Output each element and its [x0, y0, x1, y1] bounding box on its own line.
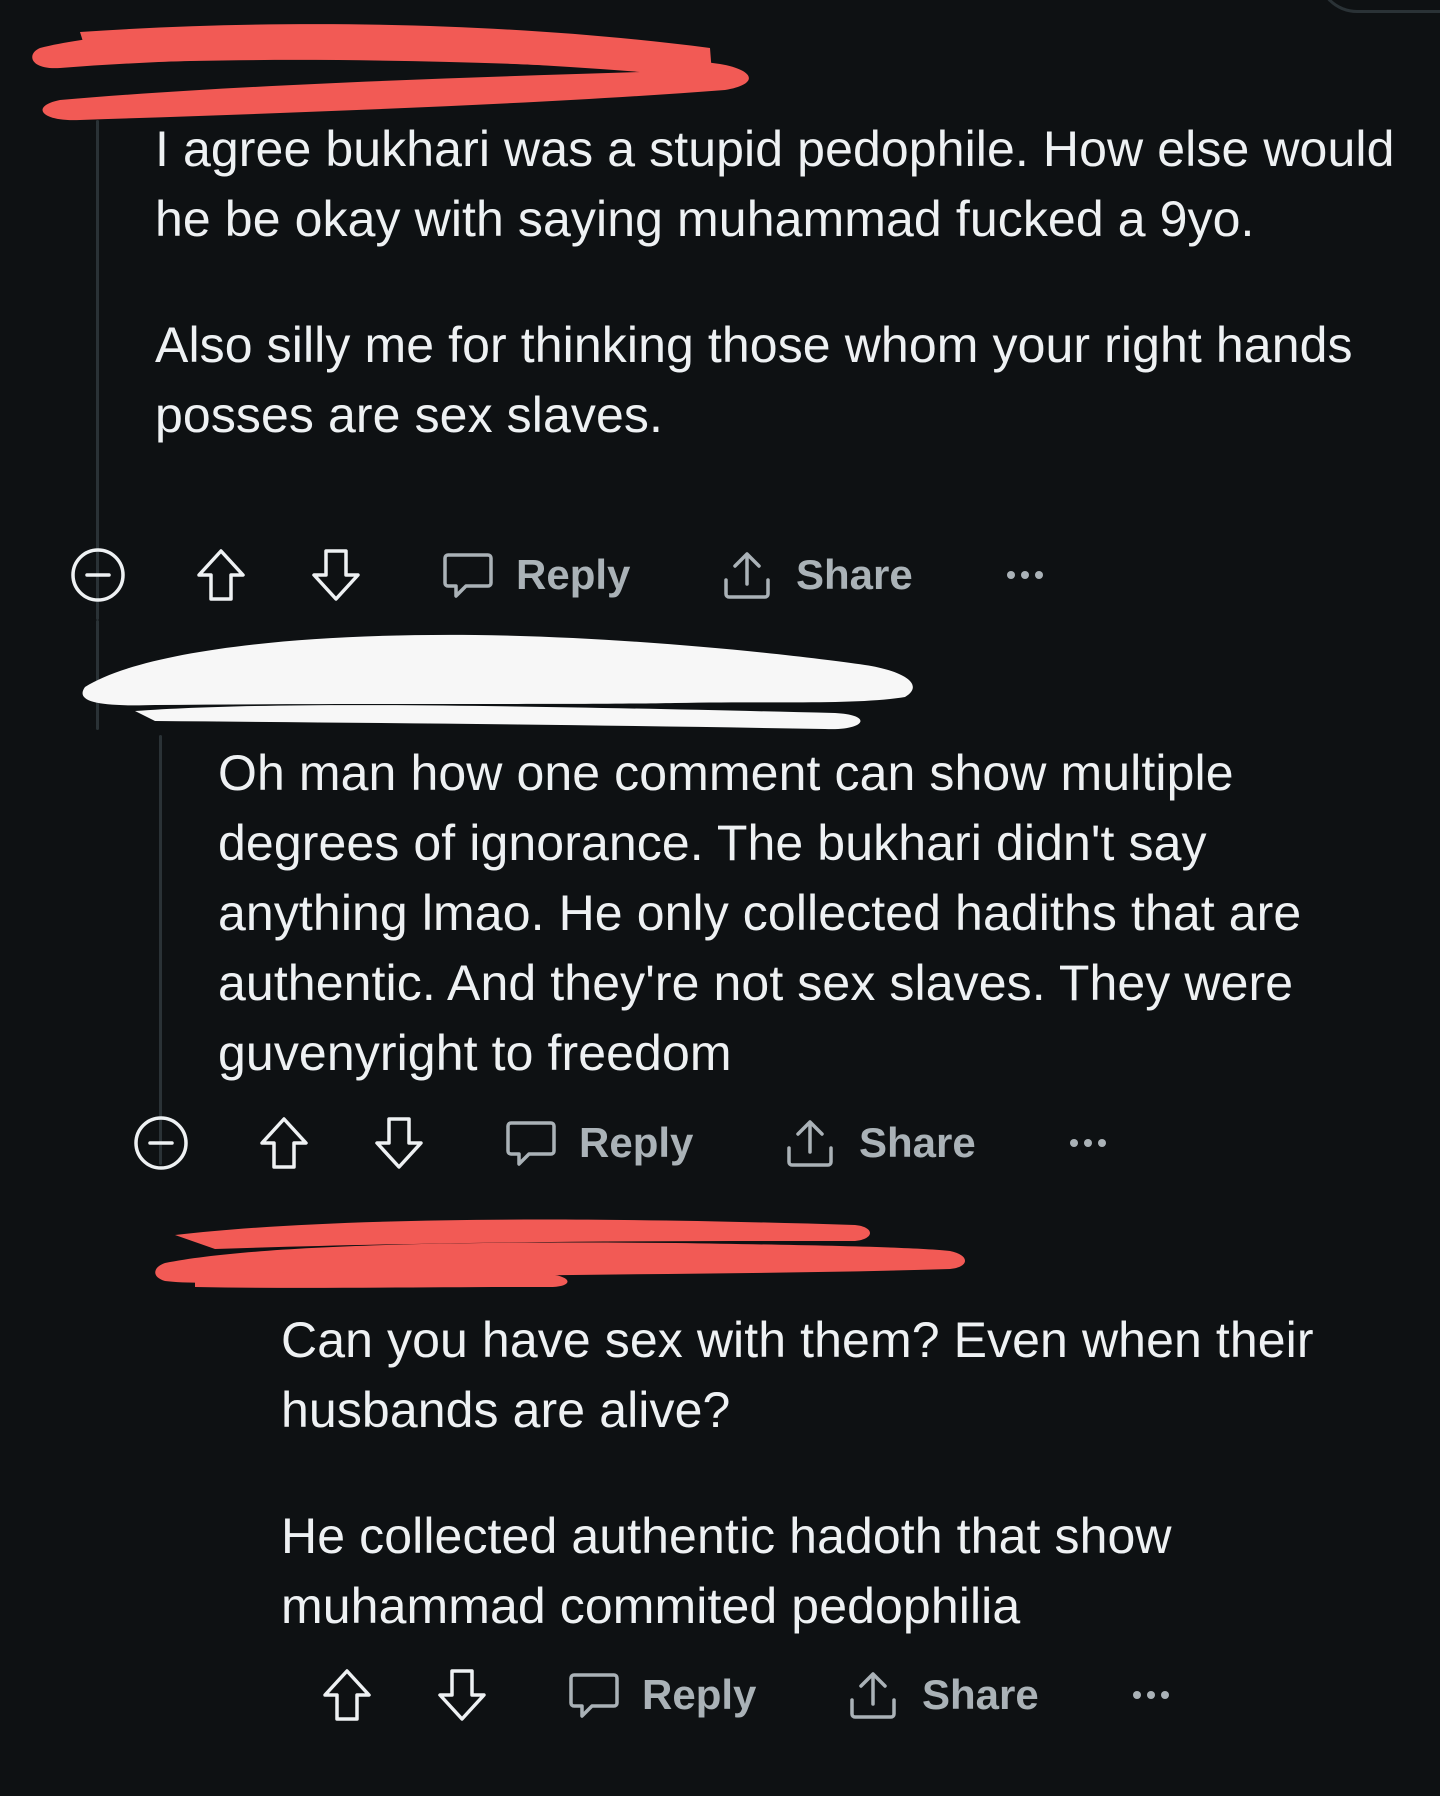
thread-line-level-2: [159, 735, 162, 1165]
thread-connector-arc: [1317, 0, 1440, 13]
share-button[interactable]: Share: [720, 540, 913, 610]
share-label: Share: [859, 1119, 976, 1166]
more-options-button[interactable]: [1005, 540, 1045, 610]
redaction-scribble-bottom: [155, 1219, 966, 1288]
collapse-button[interactable]: [133, 1108, 189, 1178]
share-button[interactable]: Share: [783, 1108, 976, 1178]
comment-2-action-bar: Reply Share: [133, 1108, 1133, 1178]
more-dots-icon: [1007, 571, 1043, 579]
share-upload-icon: [850, 1672, 896, 1719]
comment-1-paragraph-1: I agree bukhari was a stupid pedophile. …: [155, 121, 1395, 247]
comment-1-body: I agree bukhari was a stupid pedophile. …: [155, 114, 1405, 450]
downvote-button[interactable]: [373, 1108, 425, 1178]
upvote-button[interactable]: [258, 1108, 310, 1178]
reply-label: Reply: [516, 551, 631, 598]
more-options-button[interactable]: [1131, 1660, 1171, 1730]
reply-label: Reply: [579, 1119, 694, 1166]
comment-1-action-bar: Reply Share: [70, 540, 1070, 610]
comment-3-paragraph-1: Can you have sex with them? Even when th…: [281, 1312, 1314, 1438]
share-button[interactable]: Share: [846, 1660, 1039, 1730]
collapse-icon: [71, 548, 125, 602]
upvote-arrow-icon: [197, 549, 245, 601]
downvote-arrow-icon: [312, 549, 360, 601]
upvote-arrow-icon: [323, 1669, 371, 1721]
reply-button[interactable]: Reply: [505, 1108, 693, 1178]
reply-button[interactable]: Reply: [442, 540, 630, 610]
comment-2-paragraph-1: Oh man how one comment can show multiple…: [218, 745, 1302, 1081]
share-upload-icon: [724, 552, 770, 599]
share-label: Share: [922, 1671, 1039, 1718]
collapse-button[interactable]: [70, 540, 126, 610]
speech-bubble-icon: [443, 553, 493, 598]
reply-button[interactable]: Reply: [568, 1660, 756, 1730]
collapse-icon: [134, 1116, 188, 1170]
comment-2-body: Oh man how one comment can show multiple…: [218, 738, 1378, 1088]
downvote-button[interactable]: [310, 540, 362, 610]
more-dots-icon: [1070, 1139, 1106, 1147]
share-label: Share: [796, 551, 913, 598]
comment-3-paragraph-2: He collected authentic hadoth that show …: [281, 1508, 1172, 1634]
downvote-button[interactable]: [436, 1660, 488, 1730]
downvote-arrow-icon: [438, 1669, 486, 1721]
more-options-button[interactable]: [1068, 1108, 1108, 1178]
redaction-scribble-middle: [82, 634, 913, 730]
upvote-button[interactable]: [321, 1660, 373, 1730]
comment-3-body: Can you have sex with them? Even when th…: [281, 1305, 1381, 1641]
comment-3-action-bar: Reply Share: [321, 1660, 1221, 1730]
downvote-arrow-icon: [375, 1117, 423, 1169]
speech-bubble-icon: [569, 1673, 619, 1718]
more-dots-icon: [1133, 1691, 1169, 1699]
upvote-button[interactable]: [195, 540, 247, 610]
comment-1-paragraph-2: Also silly me for thinking those whom yo…: [155, 317, 1353, 443]
reply-label: Reply: [642, 1671, 757, 1718]
upvote-arrow-icon: [260, 1117, 308, 1169]
speech-bubble-icon: [506, 1121, 556, 1166]
share-upload-icon: [787, 1120, 833, 1167]
